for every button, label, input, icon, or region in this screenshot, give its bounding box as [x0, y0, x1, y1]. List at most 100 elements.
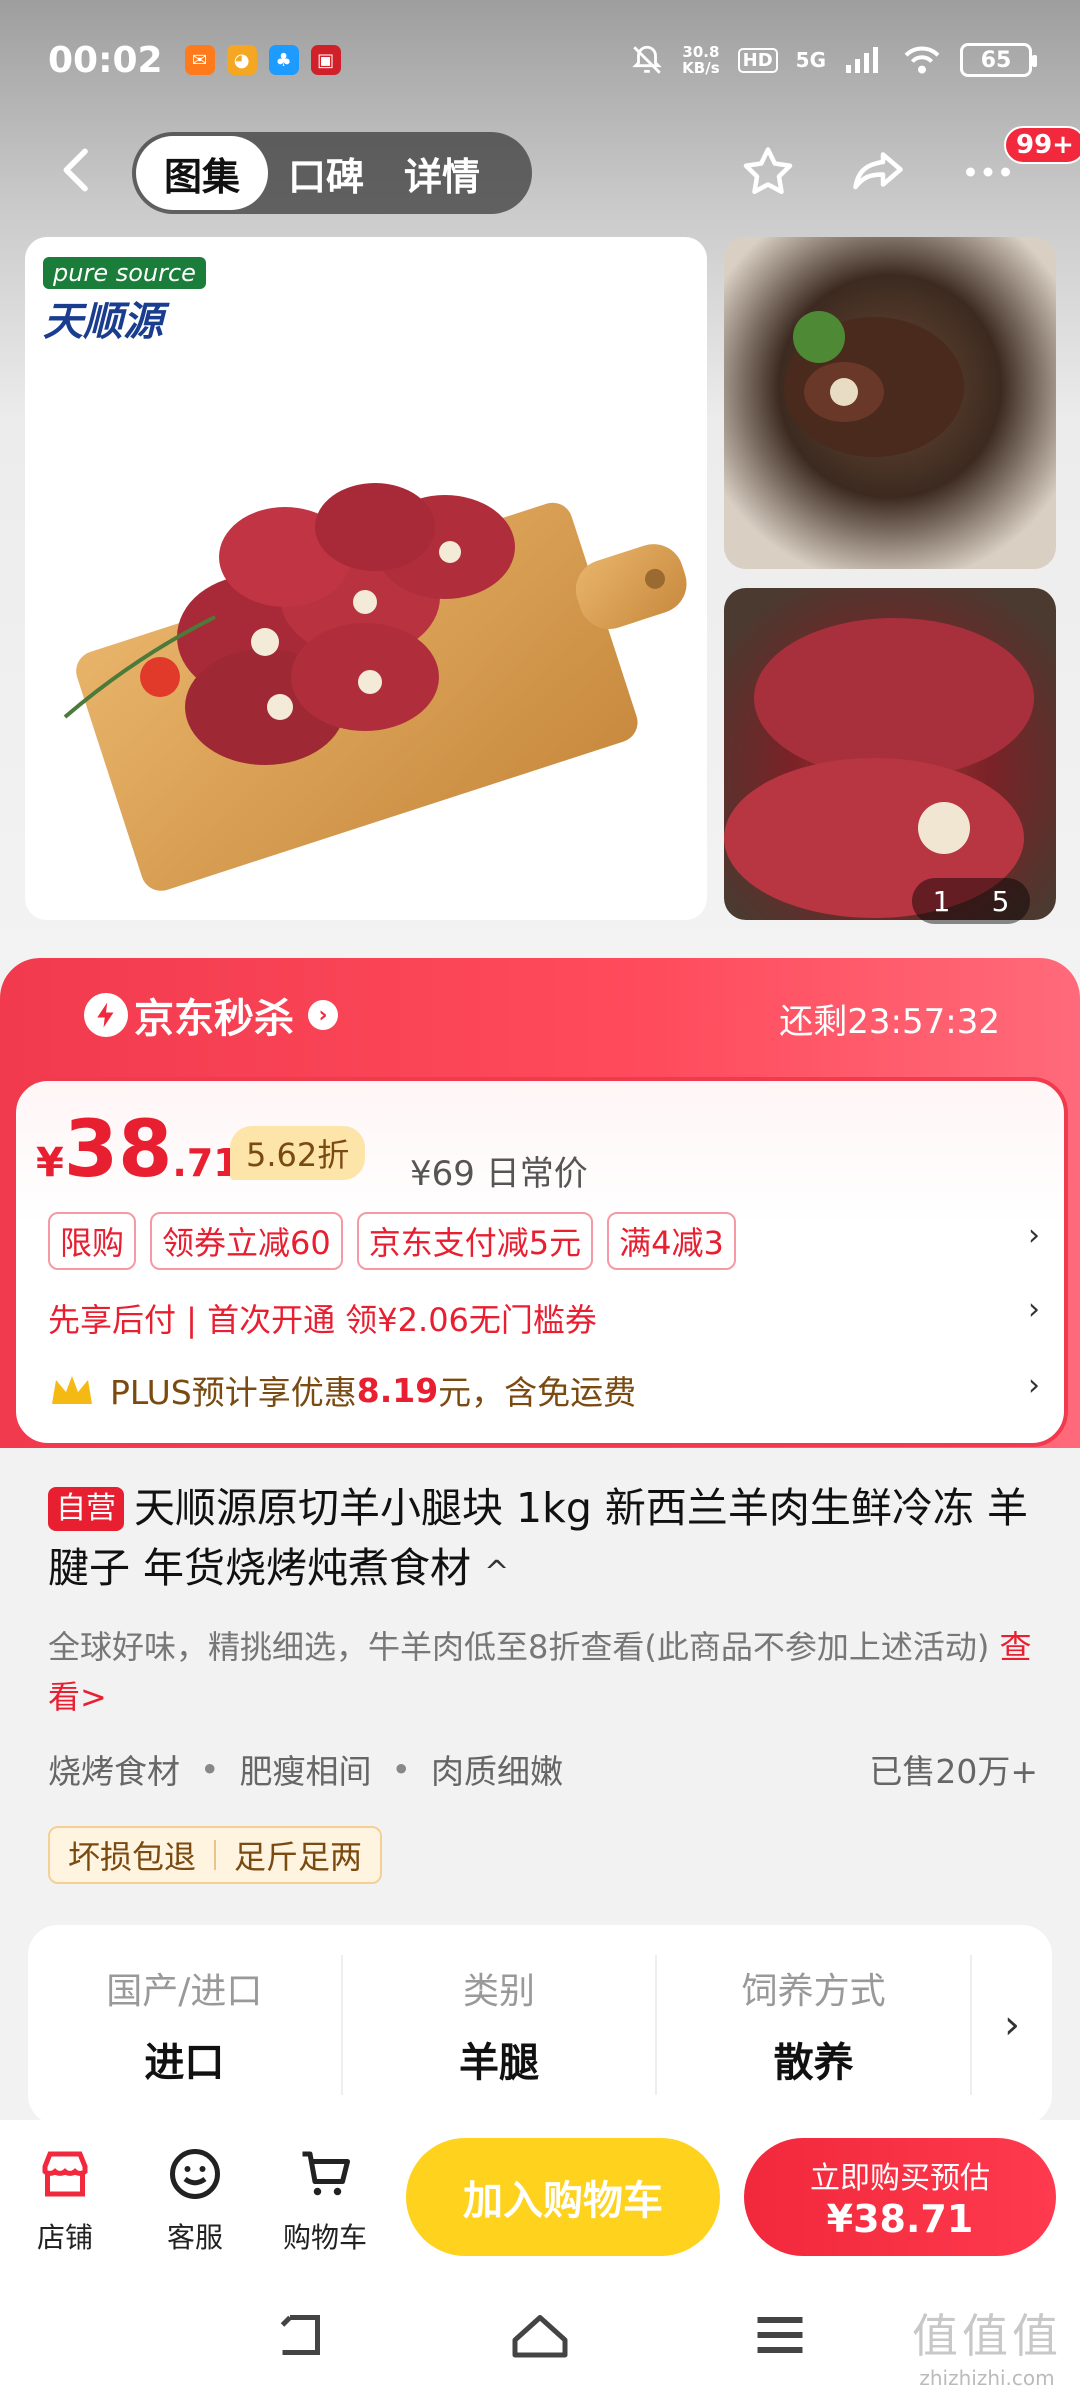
flash-sale-title[interactable]: 京东秒杀 › [84, 986, 338, 1044]
battery-indicator: 65 [960, 43, 1037, 77]
flash-bolt-icon [84, 993, 128, 1037]
tab-switcher: 图集 口碑 详情 [132, 132, 532, 214]
service-label: 客服 [166, 2221, 223, 2254]
signal-bars-icon [846, 47, 878, 73]
bottom-action-bar: 店铺 客服 购物车 加入购物车 立即购买预估 ¥38.71 [0, 2120, 1080, 2270]
chevron-right-icon[interactable]: › [1028, 1218, 1040, 1253]
chat-face-icon [163, 2142, 227, 2206]
service-guarantee[interactable]: 坏损包退 足斤足两 [48, 1826, 383, 1884]
cart-label: 购物车 [282, 2221, 367, 2254]
gallery-thumbnail[interactable] [724, 237, 1056, 569]
countdown-time: 23:57:32 [847, 1002, 1000, 1042]
sale-price: ¥ 38 .71 [36, 1110, 256, 1190]
gallery-counter: 1 5 [912, 878, 1030, 924]
gallery-thumbnail[interactable] [724, 588, 1056, 920]
description-text: 全球好味，精挑细选，牛羊肉低至8折查看(此商品不参加上述活动) [48, 1628, 990, 1666]
spec-value: 进口 [144, 2040, 225, 2086]
collapse-toggle-icon[interactable]: ^ [484, 1555, 509, 1590]
system-menu-icon[interactable] [750, 2310, 810, 2360]
mute-bell-icon [632, 45, 662, 74]
app-notification-icon: ✉ [184, 45, 215, 75]
product-title: 自营 天顺源原切羊小腿块 1kg 新西兰羊肉生鲜冷冻 羊腱子 年货烧烤炖煮食材 ^ [48, 1478, 1038, 1603]
chevron-right-icon[interactable]: › [1028, 1292, 1040, 1327]
system-back-icon[interactable] [270, 2310, 330, 2360]
net-speed: 30.8 KB/s [682, 44, 719, 76]
favorite-star-icon[interactable] [736, 140, 800, 204]
chevron-right-icon: › [308, 1000, 338, 1030]
buy-now-button[interactable]: 立即购买预估 ¥38.71 [744, 2138, 1056, 2256]
promo-tag[interactable]: 限购 [48, 1212, 137, 1270]
shopping-cart-icon [293, 2142, 357, 2206]
feature-tag: 烧烤食材 [48, 1752, 180, 1791]
tab-details[interactable]: 详情 [384, 136, 500, 210]
credit-offer[interactable]: 先享后付 | 首次开通 领¥2.06无门槛券 [48, 1295, 597, 1341]
plus-amount: 8.19 [356, 1370, 439, 1410]
net-speed-value: 30.8 [682, 43, 720, 61]
product-title-text: 天顺源原切羊小腿块 1kg 新西兰羊肉生鲜冷冻 羊腱子 年货烧烤炖煮食材 [48, 1484, 1028, 1592]
separator-dot: • [200, 1749, 220, 1789]
feature-tag: 肥瘦相间 [239, 1752, 372, 1791]
spec-item: 类别 羊腿 [343, 1955, 658, 2095]
shop-label: 店铺 [36, 2221, 93, 2254]
wifi-icon [904, 46, 940, 74]
spec-item: 饲养方式 散养 [657, 1955, 973, 2095]
tab-reviews[interactable]: 口碑 [268, 136, 384, 210]
chevron-right-icon[interactable]: › [972, 1925, 1052, 2125]
spec-label: 国产/进口 [106, 1971, 263, 2012]
hd-badge: HD [737, 47, 778, 73]
system-navigation-bar: 值值值 zhizhizhi.com [0, 2270, 1080, 2400]
signal-5g: 5G [795, 48, 826, 72]
promo-list[interactable]: 限购 领券立减60 京东支付减5元 满4减3 [48, 1212, 736, 1270]
promo-tag[interactable]: 满4减3 [607, 1212, 736, 1270]
service-item: 足斤足两 [234, 1838, 363, 1876]
price-currency: ¥ [36, 1140, 64, 1186]
brand-logo: pure source 天顺源 [43, 257, 206, 347]
spec-label: 类别 [463, 1971, 536, 2012]
countdown-label: 还剩 [779, 1002, 848, 1042]
watermark-logo: 值值值 [912, 2309, 1062, 2363]
flash-countdown: 还剩23:57:32 [779, 994, 1000, 1043]
spec-value: 羊腿 [459, 2040, 539, 2086]
spec-value: 散养 [773, 2040, 854, 2086]
buy-now-label: 立即购买预估 [810, 2161, 990, 2196]
cart-button[interactable]: 购物车 [270, 2142, 380, 2256]
plus-offer[interactable]: PLUS预计享优惠 8.19 元，含免运费 [48, 1366, 636, 1414]
plus-suffix: 元，含免运费 [438, 1373, 637, 1412]
original-price: ¥69 日常价 [410, 1154, 588, 1194]
status-bar: 00:02 ✉ ◕ ♣ ▣ 30.8 KB/s HD 5G 65 [0, 0, 1080, 120]
net-speed-unit: KB/s [682, 59, 720, 77]
crown-icon [52, 1376, 92, 1404]
add-to-cart-button[interactable]: 加入购物车 [406, 2138, 720, 2256]
brand-cn: 天顺源 [43, 299, 163, 345]
qq-icon: ♣ [268, 45, 299, 75]
top-nav: 图集 口碑 详情 [0, 120, 1080, 220]
counter-total: 5 [991, 884, 1010, 918]
promo-tag[interactable]: 京东支付减5元 [356, 1212, 594, 1270]
share-icon[interactable] [846, 140, 910, 204]
shop-button[interactable]: 店铺 [10, 2142, 120, 2256]
separator-dot: • [391, 1749, 411, 1789]
promo-tag[interactable]: 领券立减60 [150, 1212, 343, 1270]
self-operated-tag: 自营 [48, 1487, 124, 1531]
chevron-right-icon[interactable]: › [1028, 1368, 1040, 1403]
main-product-image[interactable]: pure source 天顺源 [25, 237, 707, 920]
sold-count: 已售20万+ [869, 1752, 1038, 1791]
system-home-icon[interactable] [510, 2310, 570, 2360]
feature-tags: 烧烤食材 • 肥瘦相间 • 肉质细嫩 已售20万+ [48, 1745, 1038, 1793]
flash-sale-label: 京东秒杀 [134, 996, 294, 1042]
customer-service-button[interactable]: 客服 [140, 2142, 250, 2256]
spec-label: 饲养方式 [741, 1971, 886, 2012]
spec-item: 国产/进口 进口 [28, 1955, 343, 2095]
status-time: 00:02 [48, 39, 163, 81]
tab-gallery[interactable]: 图集 [136, 136, 268, 210]
cooked-shank-image [784, 311, 964, 457]
watermark: 值值值 zhizhizhi.com [912, 2300, 1062, 2390]
feature-tag: 肉质细嫩 [430, 1752, 563, 1791]
buy-now-price: ¥38.71 [826, 2197, 974, 2241]
spec-card[interactable]: 国产/进口 进口 类别 羊腿 饲养方式 散养 › [28, 1925, 1052, 2125]
back-icon[interactable] [50, 142, 106, 198]
price-integer: 38 [63, 1105, 173, 1195]
shop-icon [33, 2142, 97, 2206]
product-description: 全球好味，精挑细选，牛羊肉低至8折查看(此商品不参加上述活动) 查看> [48, 1622, 1038, 1722]
service-item: 坏损包退 [68, 1838, 197, 1876]
